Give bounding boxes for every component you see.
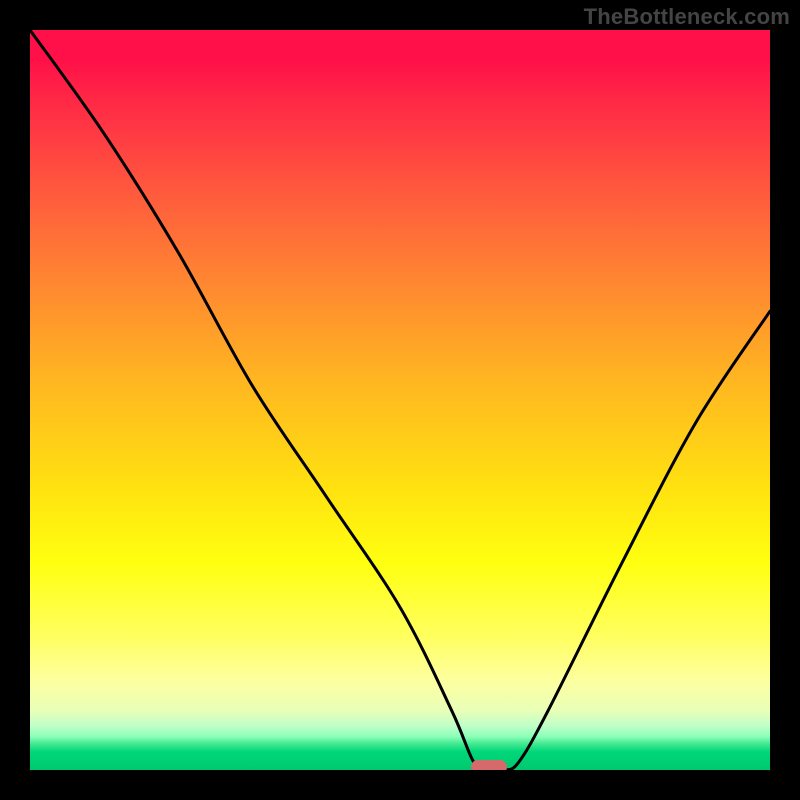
optimal-marker: [471, 760, 507, 770]
chart-container: TheBottleneck.com: [0, 0, 800, 800]
bottleneck-curve: [30, 30, 770, 770]
watermark-text: TheBottleneck.com: [584, 4, 790, 30]
plot-area: [30, 30, 770, 770]
